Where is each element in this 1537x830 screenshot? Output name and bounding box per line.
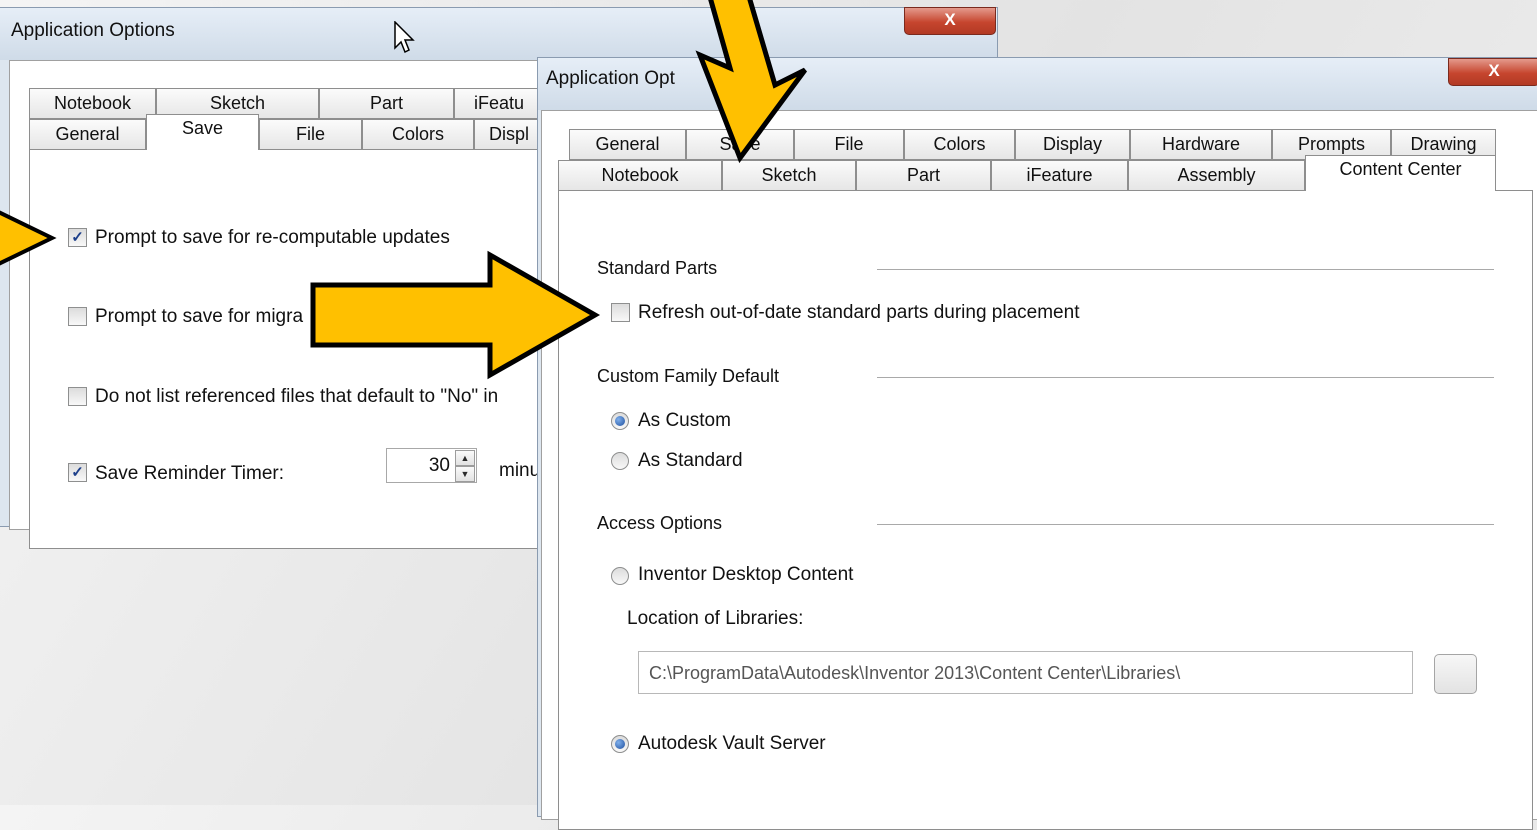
tab-part[interactable]: Part bbox=[319, 88, 454, 119]
checkmark-icon: ✓ bbox=[71, 464, 84, 481]
reminder-timer-unit: minu bbox=[499, 460, 541, 481]
tab-ifeature[interactable]: iFeatu bbox=[454, 88, 544, 119]
reminder-timer-spinner[interactable]: 30 ▲ ▼ bbox=[386, 448, 477, 483]
migration-prompt-checkbox[interactable] bbox=[68, 307, 87, 326]
reminder-timer-value: 30 bbox=[428, 455, 450, 476]
refresh-standard-parts-label: Refresh out-of-date standard parts durin… bbox=[638, 302, 1080, 323]
close-x-icon: X bbox=[1488, 61, 1500, 80]
callout-arrow-icon bbox=[310, 250, 601, 380]
standard-parts-separator bbox=[877, 269, 1494, 270]
referenced-files-checkbox[interactable] bbox=[68, 387, 87, 406]
reminder-timer-label: Save Reminder Timer: bbox=[95, 463, 285, 484]
vault-server-label: Autodesk Vault Server bbox=[638, 733, 826, 754]
tab-save[interactable]: Save bbox=[146, 114, 259, 150]
as-custom-label: As Custom bbox=[638, 410, 731, 431]
referenced-files-label: Do not list referenced files that defaul… bbox=[95, 386, 499, 407]
tab-general[interactable]: General bbox=[29, 119, 146, 150]
recompute-prompt-checkbox[interactable]: ✓ bbox=[68, 228, 87, 247]
tab-notebook[interactable]: Notebook bbox=[29, 88, 156, 119]
custom-family-separator bbox=[877, 377, 1494, 378]
tab-hardware[interactable]: Hardware bbox=[1130, 129, 1272, 160]
checkmark-icon: ✓ bbox=[71, 229, 84, 246]
tab-ifeature[interactable]: iFeature bbox=[991, 160, 1128, 191]
radio-dot-icon bbox=[615, 739, 625, 749]
front-dialog-close-button[interactable]: X bbox=[1448, 58, 1537, 86]
spin-down-icon[interactable]: ▼ bbox=[455, 466, 475, 482]
as-custom-radio[interactable] bbox=[611, 412, 629, 430]
tab-assembly[interactable]: Assembly bbox=[1128, 160, 1305, 191]
reminder-timer-checkbox[interactable]: ✓ bbox=[68, 463, 87, 482]
tab-part[interactable]: Part bbox=[856, 160, 991, 191]
pointer-cursor-icon bbox=[394, 21, 415, 54]
back-dialog-title: Application Options bbox=[11, 20, 175, 41]
tab-colors[interactable]: Colors bbox=[904, 129, 1015, 160]
libraries-location-field[interactable]: C:\ProgramData\Autodesk\Inventor 2013\Co… bbox=[638, 651, 1413, 694]
tab-display[interactable]: Displ bbox=[474, 119, 544, 150]
migration-prompt-label: Prompt to save for migra bbox=[95, 306, 304, 327]
tab-display[interactable]: Display bbox=[1015, 129, 1130, 160]
tab-content-center[interactable]: Content Center bbox=[1305, 155, 1496, 191]
tab-file[interactable]: File bbox=[259, 119, 362, 150]
tab-file[interactable]: File bbox=[794, 129, 904, 160]
desktop-content-label: Inventor Desktop Content bbox=[638, 564, 854, 585]
access-options-heading: Access Options bbox=[597, 513, 723, 533]
close-x-icon: X bbox=[944, 10, 956, 29]
radio-dot-icon bbox=[615, 416, 625, 426]
callout-arrow-icon bbox=[695, 0, 808, 164]
browse-libraries-button[interactable] bbox=[1434, 654, 1477, 694]
desktop-content-radio[interactable] bbox=[611, 567, 629, 585]
as-standard-radio[interactable] bbox=[611, 452, 629, 470]
tab-colors[interactable]: Colors bbox=[362, 119, 474, 150]
recompute-prompt-label: Prompt to save for re-computable updates bbox=[95, 227, 450, 248]
front-dialog-window: Application Opt X General Save File Colo… bbox=[537, 57, 1537, 830]
spin-up-icon[interactable]: ▲ bbox=[455, 450, 475, 466]
as-standard-label: As Standard bbox=[638, 450, 743, 471]
access-options-separator bbox=[877, 524, 1494, 525]
libraries-location-label: Location of Libraries: bbox=[627, 608, 804, 629]
callout-arrow-icon bbox=[0, 210, 57, 266]
vault-server-radio[interactable] bbox=[611, 735, 629, 753]
back-dialog-close-button[interactable]: X bbox=[904, 7, 996, 35]
